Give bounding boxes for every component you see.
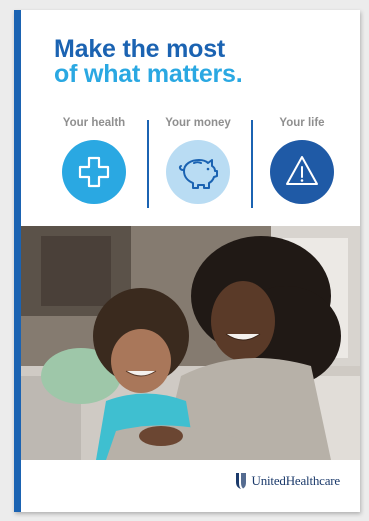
plus-icon — [62, 140, 126, 204]
pillars-row: Your health Your money Your life — [44, 116, 352, 208]
piggy-bank-icon — [166, 140, 230, 204]
pillar-life: Your life — [252, 116, 352, 208]
headline-line-1: Make the most — [54, 35, 226, 63]
warning-triangle-icon — [270, 140, 334, 204]
cover-spine-bar — [14, 10, 21, 512]
pillar-money-label: Your money — [165, 117, 231, 129]
brand-logo: UnitedHealthcare — [234, 471, 340, 491]
headline: Make the most of what matters. — [54, 37, 243, 87]
brochure-cover: Make the most of what matters. Your heal… — [14, 10, 360, 512]
family-photo — [21, 226, 360, 460]
brand-name: UnitedHealthcare — [251, 473, 341, 488]
pillar-money: Your money — [148, 116, 248, 208]
pillar-health: Your health — [44, 116, 144, 208]
headline-line-2: of what matters. — [54, 60, 243, 88]
unitedhealthcare-logo-icon — [235, 473, 246, 489]
pillar-life-label: Your life — [279, 117, 325, 129]
pillar-health-label: Your health — [62, 117, 126, 129]
